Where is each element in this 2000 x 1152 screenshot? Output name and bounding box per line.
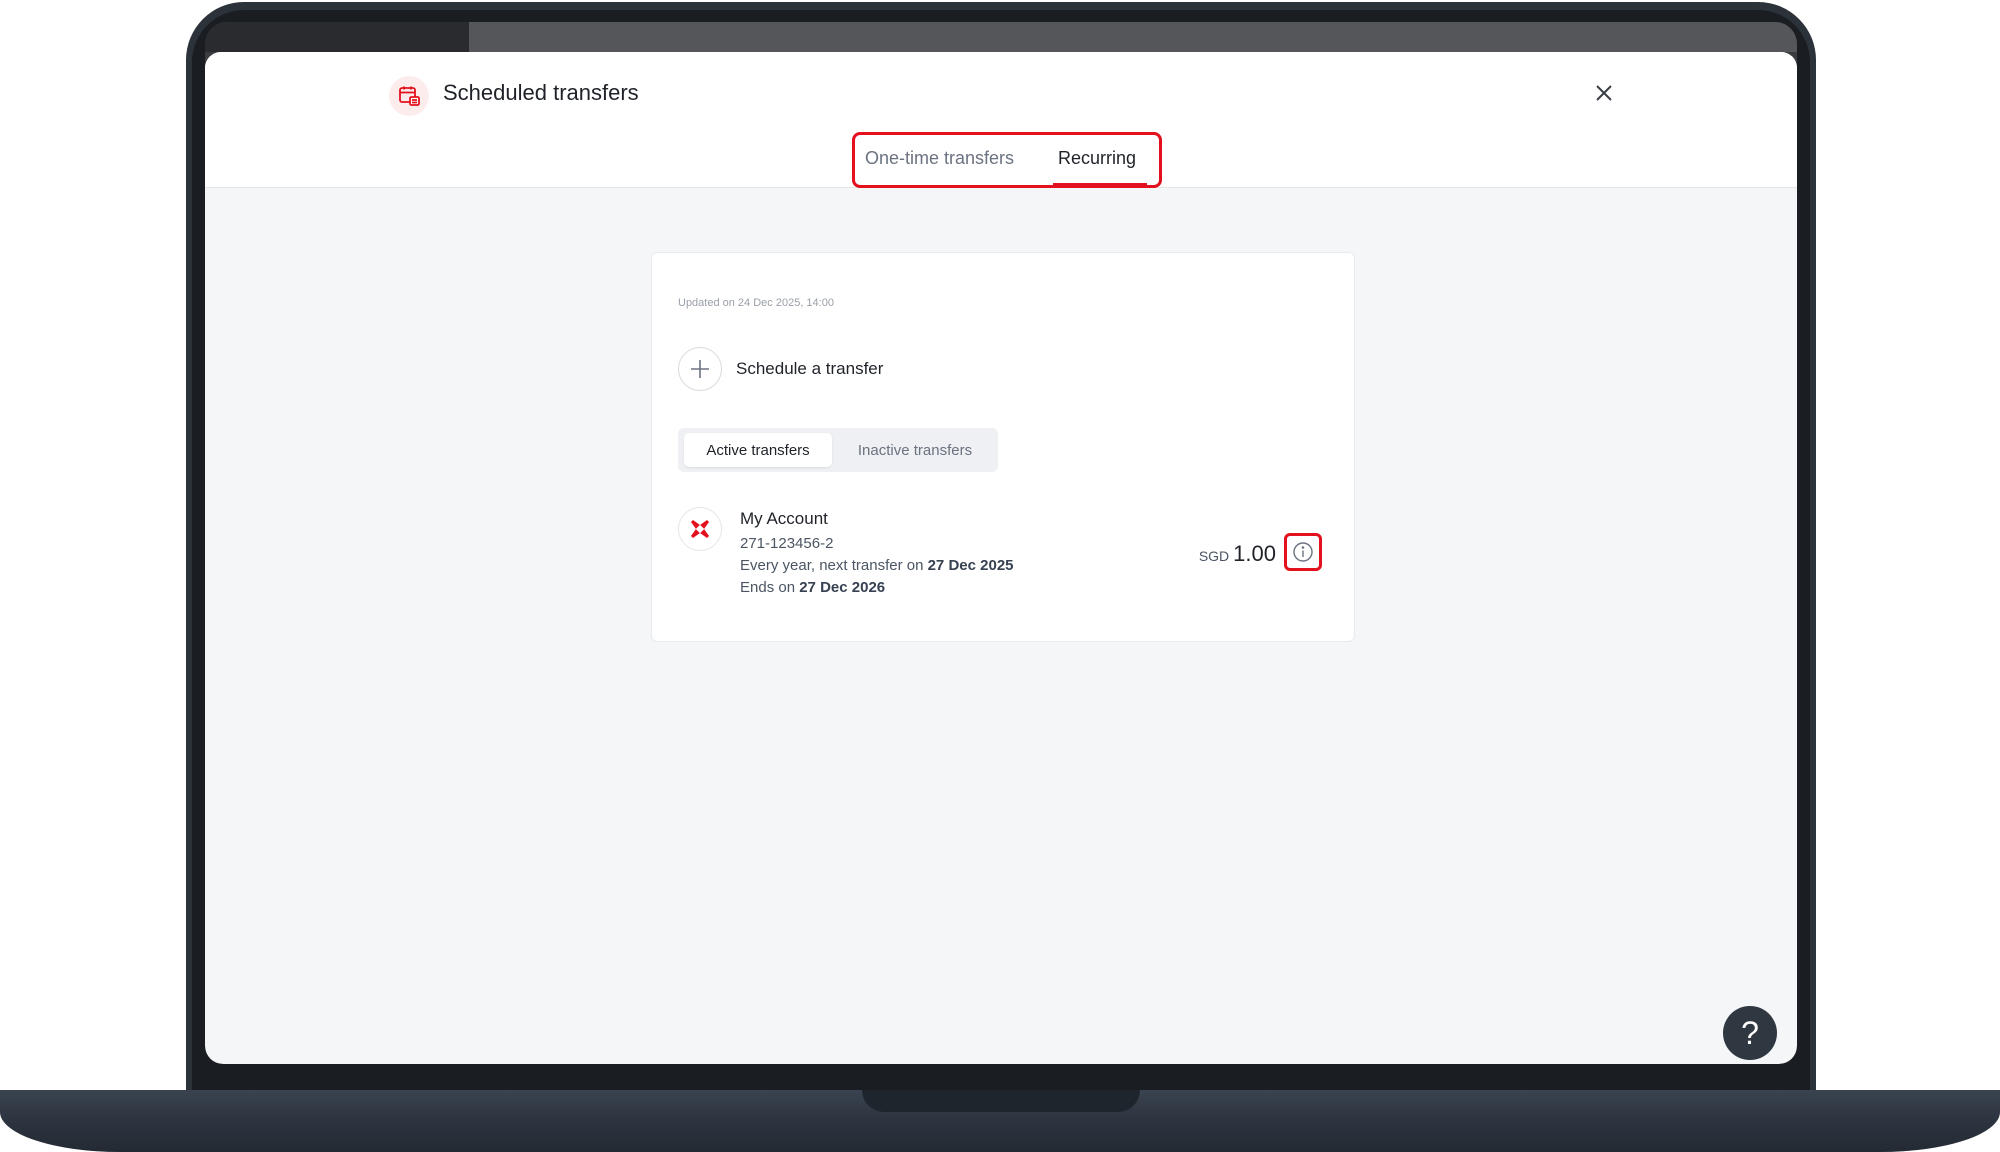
- close-button[interactable]: [1589, 78, 1619, 108]
- updated-timestamp: Updated on 24 Dec 2025, 14:00: [678, 297, 834, 309]
- tab-recurring[interactable]: Recurring: [1058, 148, 1136, 169]
- next-transfer-date: 27 Dec 2025: [927, 557, 1014, 574]
- schedule-transfer-label: Schedule a transfer: [736, 359, 884, 378]
- recurring-transfers-card: Updated on 24 Dec 2025, 14:00 Schedule a…: [651, 252, 1355, 642]
- bank-logo-icon: [678, 507, 722, 551]
- currency-code: SGD: [1198, 548, 1230, 564]
- transfer-list-item[interactable]: My Account 271-123456-2 Every year, next…: [678, 505, 1330, 615]
- background-app-strip: [205, 22, 469, 52]
- close-icon: [1596, 85, 1612, 101]
- ends-text: Ends on: [740, 579, 800, 596]
- schedule-transfer-button[interactable]: Schedule a transfer: [678, 347, 883, 391]
- help-button[interactable]: ?: [1723, 1006, 1777, 1060]
- background-app-bar: [469, 22, 1797, 52]
- tab-inactive-transfers[interactable]: Inactive transfers: [840, 433, 990, 467]
- transfer-end: Ends on 27 Dec 2026: [740, 579, 885, 596]
- transfer-amount: SGD 1.00: [1199, 541, 1276, 567]
- info-icon: [1293, 542, 1313, 562]
- calendar-transfer-icon: [389, 76, 429, 116]
- tab-one-time-transfers[interactable]: One-time transfers: [865, 148, 1014, 169]
- scheduled-transfers-modal: Scheduled transfers One-time transfers R…: [205, 52, 1797, 1064]
- transfer-frequency: Every year, next transfer on 27 Dec 2025: [740, 557, 1014, 574]
- account-name: My Account: [740, 509, 828, 528]
- amount-value: 1.00: [1233, 541, 1276, 566]
- info-button[interactable]: [1284, 533, 1322, 571]
- tab-active-indicator: [1053, 183, 1147, 186]
- plus-icon: [678, 347, 722, 391]
- modal-title: Scheduled transfers: [443, 80, 639, 105]
- modal-header: Scheduled transfers One-time transfers R…: [205, 52, 1797, 188]
- frequency-text: Every year, next transfer on: [740, 557, 928, 574]
- end-date: 27 Dec 2026: [799, 579, 886, 596]
- tab-active-transfers[interactable]: Active transfers: [684, 433, 832, 467]
- transfer-status-toggle: Active transfers Inactive transfers: [678, 428, 998, 472]
- account-number: 271-123456-2: [740, 535, 834, 552]
- laptop-notch: [862, 1090, 1140, 1112]
- screen: Scheduled transfers One-time transfers R…: [205, 22, 1797, 1064]
